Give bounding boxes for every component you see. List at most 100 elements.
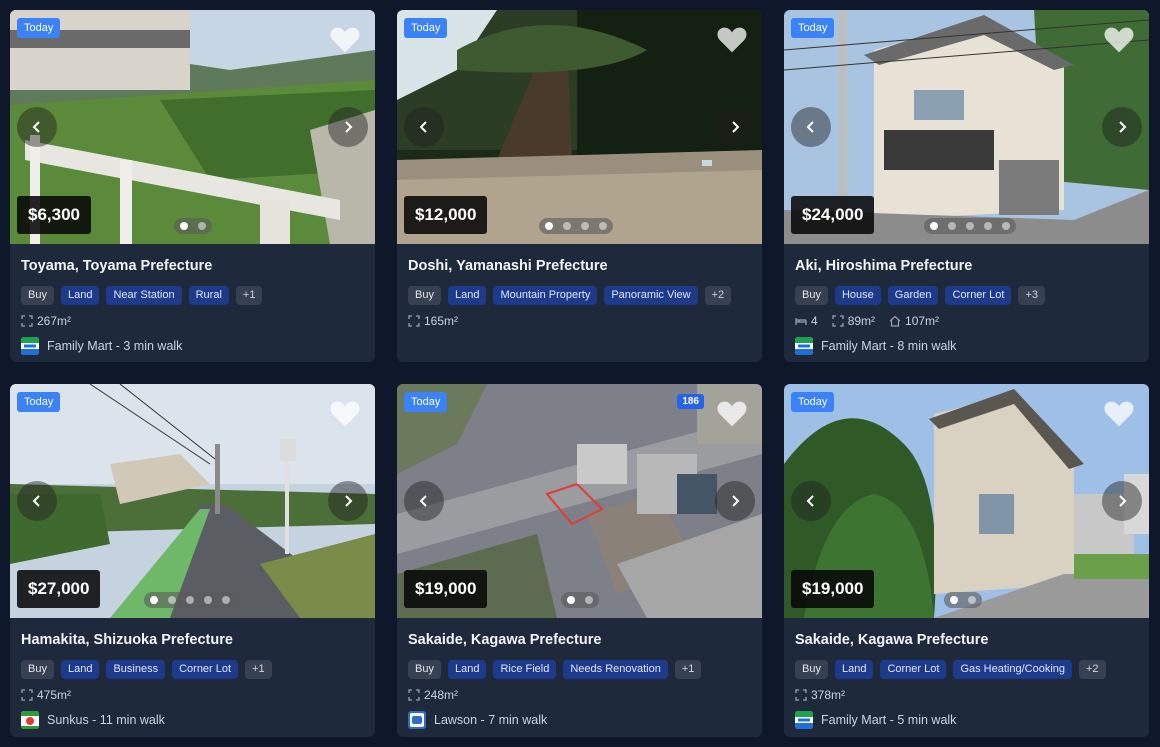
familymart-logo xyxy=(795,337,813,355)
listing-photo[interactable]: Today $19,000 xyxy=(784,384,1149,618)
tag-list: Buy Land Corner Lot Gas Heating/Cooking … xyxy=(795,660,1138,679)
listing-photo[interactable]: Today $24,000 xyxy=(784,10,1149,244)
carousel-dot[interactable] xyxy=(186,596,194,604)
carousel-dot[interactable] xyxy=(222,596,230,604)
listing-card[interactable]: Today $27,000 Hamakita, Shizuoka Prefect… xyxy=(10,384,375,737)
chevron-left-icon xyxy=(806,121,814,133)
photo-dots xyxy=(144,592,236,608)
carousel-dot[interactable] xyxy=(966,222,974,230)
heart-icon[interactable] xyxy=(1103,398,1135,428)
carousel-dot[interactable] xyxy=(968,596,976,604)
prev-photo-button[interactable] xyxy=(17,107,57,147)
carousel-dot[interactable] xyxy=(1002,222,1010,230)
listing-title[interactable]: Hamakita, Shizuoka Prefecture xyxy=(21,632,364,652)
floor-area: 107m² xyxy=(889,314,939,328)
chevron-right-icon xyxy=(345,121,353,133)
tag: Land xyxy=(60,286,100,305)
nearby-store: Family Mart - 8 min walk xyxy=(795,336,1138,356)
carousel-dot[interactable] xyxy=(930,222,938,230)
land-area-value: 165m² xyxy=(424,314,459,328)
next-photo-button[interactable] xyxy=(1102,481,1142,521)
listing-card[interactable]: Today $6,300 Toyama, Toyama Prefecture B… xyxy=(10,10,375,362)
land-area-value: 89m² xyxy=(847,314,876,328)
home-icon xyxy=(889,315,901,327)
expand-icon xyxy=(21,315,33,327)
more-tags-badge[interactable]: +1 xyxy=(235,286,263,305)
store-text: Lawson - 7 min walk xyxy=(434,713,548,727)
heart-icon[interactable] xyxy=(1103,24,1135,54)
listing-title[interactable]: Sakaide, Kagawa Prefecture xyxy=(408,632,751,652)
photo-dots xyxy=(944,592,982,608)
carousel-dot[interactable] xyxy=(180,222,188,230)
carousel-dot[interactable] xyxy=(563,222,571,230)
carousel-dot[interactable] xyxy=(948,222,956,230)
land-area-value: 475m² xyxy=(37,688,72,702)
prev-photo-button[interactable] xyxy=(17,481,57,521)
listing-card[interactable]: Today $19,000 Sakaide, Kagawa Prefecture… xyxy=(784,384,1149,737)
carousel-dot[interactable] xyxy=(599,222,607,230)
expand-icon xyxy=(408,689,420,701)
listing-photo[interactable]: Today $12,000 xyxy=(397,10,762,244)
next-photo-button[interactable] xyxy=(328,481,368,521)
price-label: $19,000 xyxy=(404,570,488,608)
next-photo-button[interactable] xyxy=(328,107,368,147)
photo-dots xyxy=(174,218,212,234)
tag: Corner Lot xyxy=(172,660,239,679)
tag: Gas Heating/Cooking xyxy=(953,660,1072,679)
tag: Rice Field xyxy=(493,660,557,679)
carousel-dot[interactable] xyxy=(585,596,593,604)
more-tags-badge[interactable]: +1 xyxy=(245,660,272,679)
store-text: Family Mart - 8 min walk xyxy=(821,339,957,353)
listing-title[interactable]: Toyama, Toyama Prefecture xyxy=(21,258,364,278)
tag-list: Buy Land Business Corner Lot +1 xyxy=(21,660,364,679)
photo-count-badge: 186 xyxy=(677,394,704,409)
more-tags-badge[interactable]: +1 xyxy=(674,660,702,679)
prev-photo-button[interactable] xyxy=(791,107,831,147)
carousel-dot[interactable] xyxy=(984,222,992,230)
heart-icon[interactable] xyxy=(716,24,748,54)
carousel-dot[interactable] xyxy=(204,596,212,604)
expand-icon xyxy=(408,315,420,327)
carousel-dot[interactable] xyxy=(168,596,176,604)
tag: Buy xyxy=(408,660,441,679)
listing-photo[interactable]: Today $6,300 xyxy=(10,10,375,244)
more-tags-badge[interactable]: +2 xyxy=(704,286,732,305)
listing-photo[interactable]: Today $27,000 xyxy=(10,384,375,618)
carousel-dot[interactable] xyxy=(150,596,158,604)
expand-icon xyxy=(795,689,807,701)
bedrooms-value: 4 xyxy=(811,314,818,328)
next-photo-button[interactable] xyxy=(715,107,755,147)
chevron-right-icon xyxy=(1119,121,1127,133)
tag: Needs Renovation xyxy=(563,660,668,679)
listing-title[interactable]: Sakaide, Kagawa Prefecture xyxy=(795,632,1138,652)
listing-title[interactable]: Aki, Hiroshima Prefecture xyxy=(795,258,1138,278)
land-area: 475m² xyxy=(21,688,71,702)
tag: Buy xyxy=(408,286,441,305)
more-tags-badge[interactable]: +2 xyxy=(1079,660,1106,679)
listing-photo[interactable]: Today 186 $19,000 xyxy=(397,384,762,618)
heart-icon[interactable] xyxy=(716,398,748,428)
floor-area-value: 107m² xyxy=(905,314,940,328)
chevron-left-icon xyxy=(419,495,427,507)
heart-icon[interactable] xyxy=(329,24,361,54)
next-photo-button[interactable] xyxy=(1102,107,1142,147)
land-area: 378m² xyxy=(795,688,845,702)
carousel-dot[interactable] xyxy=(198,222,206,230)
land-area: 248m² xyxy=(408,688,458,702)
prev-photo-button[interactable] xyxy=(404,481,444,521)
prev-photo-button[interactable] xyxy=(791,481,831,521)
chevron-left-icon xyxy=(32,121,40,133)
spec-row: 378m² xyxy=(795,685,1138,705)
prev-photo-button[interactable] xyxy=(404,107,444,147)
carousel-dot[interactable] xyxy=(567,596,575,604)
listing-title[interactable]: Doshi, Yamanashi Prefecture xyxy=(408,258,751,278)
heart-icon[interactable] xyxy=(329,398,361,428)
carousel-dot[interactable] xyxy=(581,222,589,230)
carousel-dot[interactable] xyxy=(950,596,958,604)
next-photo-button[interactable] xyxy=(715,481,755,521)
carousel-dot[interactable] xyxy=(545,222,553,230)
more-tags-badge[interactable]: +3 xyxy=(1018,286,1045,305)
listing-card[interactable]: Today 186 $19,000 Sakaide, Kagawa Prefec… xyxy=(397,384,762,737)
listing-card[interactable]: Today $12,000 Doshi, Yamanashi Prefectur… xyxy=(397,10,762,362)
listing-card[interactable]: Today $24,000 Aki, Hiroshima Prefecture … xyxy=(784,10,1149,362)
